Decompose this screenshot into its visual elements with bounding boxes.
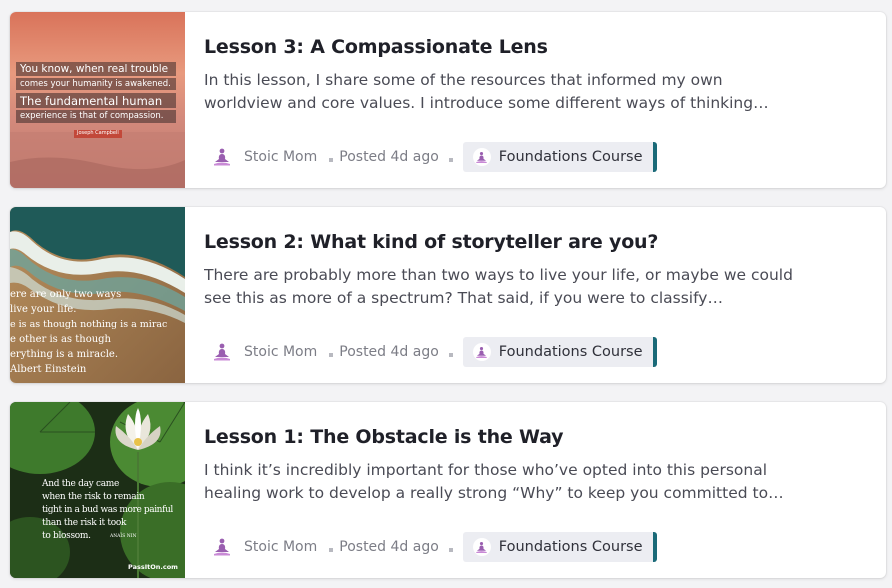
lesson-card-2[interactable]: ere are only two ways live your life. e …	[10, 207, 886, 383]
thumb-quote-credit: ANAÏS NIN	[110, 534, 137, 539]
lesson-title[interactable]: Lesson 2: What kind of storyteller are y…	[204, 231, 658, 253]
posted-time: Posted 4d ago	[339, 344, 439, 360]
lesson-card-3[interactable]: You know, when real trouble comes your h…	[10, 12, 886, 188]
lesson-thumbnail[interactable]: And the day came when the risk to remain…	[10, 402, 185, 578]
lesson-title[interactable]: Lesson 3: A Compassionate Lens	[204, 36, 548, 58]
meditation-avatar-icon	[472, 148, 491, 166]
course-tag[interactable]: Foundations Course	[462, 142, 657, 172]
thumb-quote-line: The fundamental human	[20, 94, 163, 108]
course-tag-label: Foundations Course	[498, 344, 643, 360]
course-tag[interactable]: Foundations Course	[462, 532, 657, 562]
author-name[interactable]: Stoic Mom	[244, 539, 317, 555]
lesson-excerpt: In this lesson, I share some of the reso…	[204, 71, 769, 112]
course-tag-label: Foundations Course	[498, 539, 643, 555]
thumb-quote-line: when the risk to remain	[42, 492, 145, 502]
lesson-thumbnail[interactable]: You know, when real trouble comes your h…	[10, 12, 185, 188]
meditation-avatar-icon	[472, 538, 491, 556]
thumb-quote-line: And the day came	[42, 479, 120, 489]
thumb-quote-line: to blossom.	[42, 531, 91, 541]
thumb-quote-credit: Albert Einstein	[10, 364, 87, 375]
separator-dot	[448, 353, 453, 357]
thumb-quote-line: tight in a bud was more painful	[42, 505, 173, 515]
separator-dot	[329, 548, 334, 552]
author-name[interactable]: Stoic Mom	[244, 344, 317, 360]
meditation-avatar-icon	[472, 343, 491, 361]
posted-time: Posted 4d ago	[339, 149, 439, 165]
meditation-avatar-icon[interactable]	[212, 342, 232, 362]
lesson-meta: Stoic Mom Posted 4d ago Foundations Cour…	[212, 532, 657, 562]
lesson-excerpt: I think it’s incredibly important for th…	[204, 461, 784, 502]
lotus-flower-image	[10, 402, 185, 578]
lesson-excerpt: There are probably more than two ways to…	[204, 266, 793, 307]
course-tag[interactable]: Foundations Course	[462, 337, 657, 367]
thumb-quote-line: e is as though nothing is a mirac	[10, 319, 168, 330]
thumb-quote-line: experience is that of compassion.	[20, 111, 164, 121]
meditation-avatar-icon[interactable]	[212, 147, 232, 167]
thumb-quote-line: comes your humanity is awakened.	[20, 79, 171, 89]
author-name[interactable]: Stoic Mom	[244, 149, 317, 165]
course-tag-label: Foundations Course	[498, 149, 643, 165]
thumb-quote-line: than the risk it took	[42, 518, 127, 528]
thumb-quote-line: ere are only two ways	[10, 289, 122, 300]
separator-dot	[448, 548, 453, 552]
lesson-title[interactable]: Lesson 1: The Obstacle is the Way	[204, 426, 564, 448]
thumb-quote-credit: Joseph Campbell	[77, 130, 119, 136]
thumb-quote-line: e other is as though	[10, 334, 111, 345]
thumb-quote-line: erything is a miracle.	[10, 349, 118, 360]
lesson-meta: Stoic Mom Posted 4d ago Foundations Cour…	[212, 142, 657, 172]
separator-dot	[329, 353, 334, 357]
lesson-thumbnail[interactable]: ere are only two ways live your life. e …	[10, 207, 185, 383]
thumb-quote-line: You know, when real trouble	[20, 63, 169, 75]
meditation-avatar-icon[interactable]	[212, 537, 232, 557]
posted-time: Posted 4d ago	[339, 539, 439, 555]
separator-dot	[448, 158, 453, 162]
lesson-meta: Stoic Mom Posted 4d ago Foundations Cour…	[212, 337, 657, 367]
separator-dot	[329, 158, 334, 162]
thumb-quote-line: live your life.	[10, 304, 77, 315]
lesson-card-1[interactable]: And the day came when the risk to remain…	[10, 402, 886, 578]
thumb-brand: PassItOn.com	[128, 563, 178, 571]
